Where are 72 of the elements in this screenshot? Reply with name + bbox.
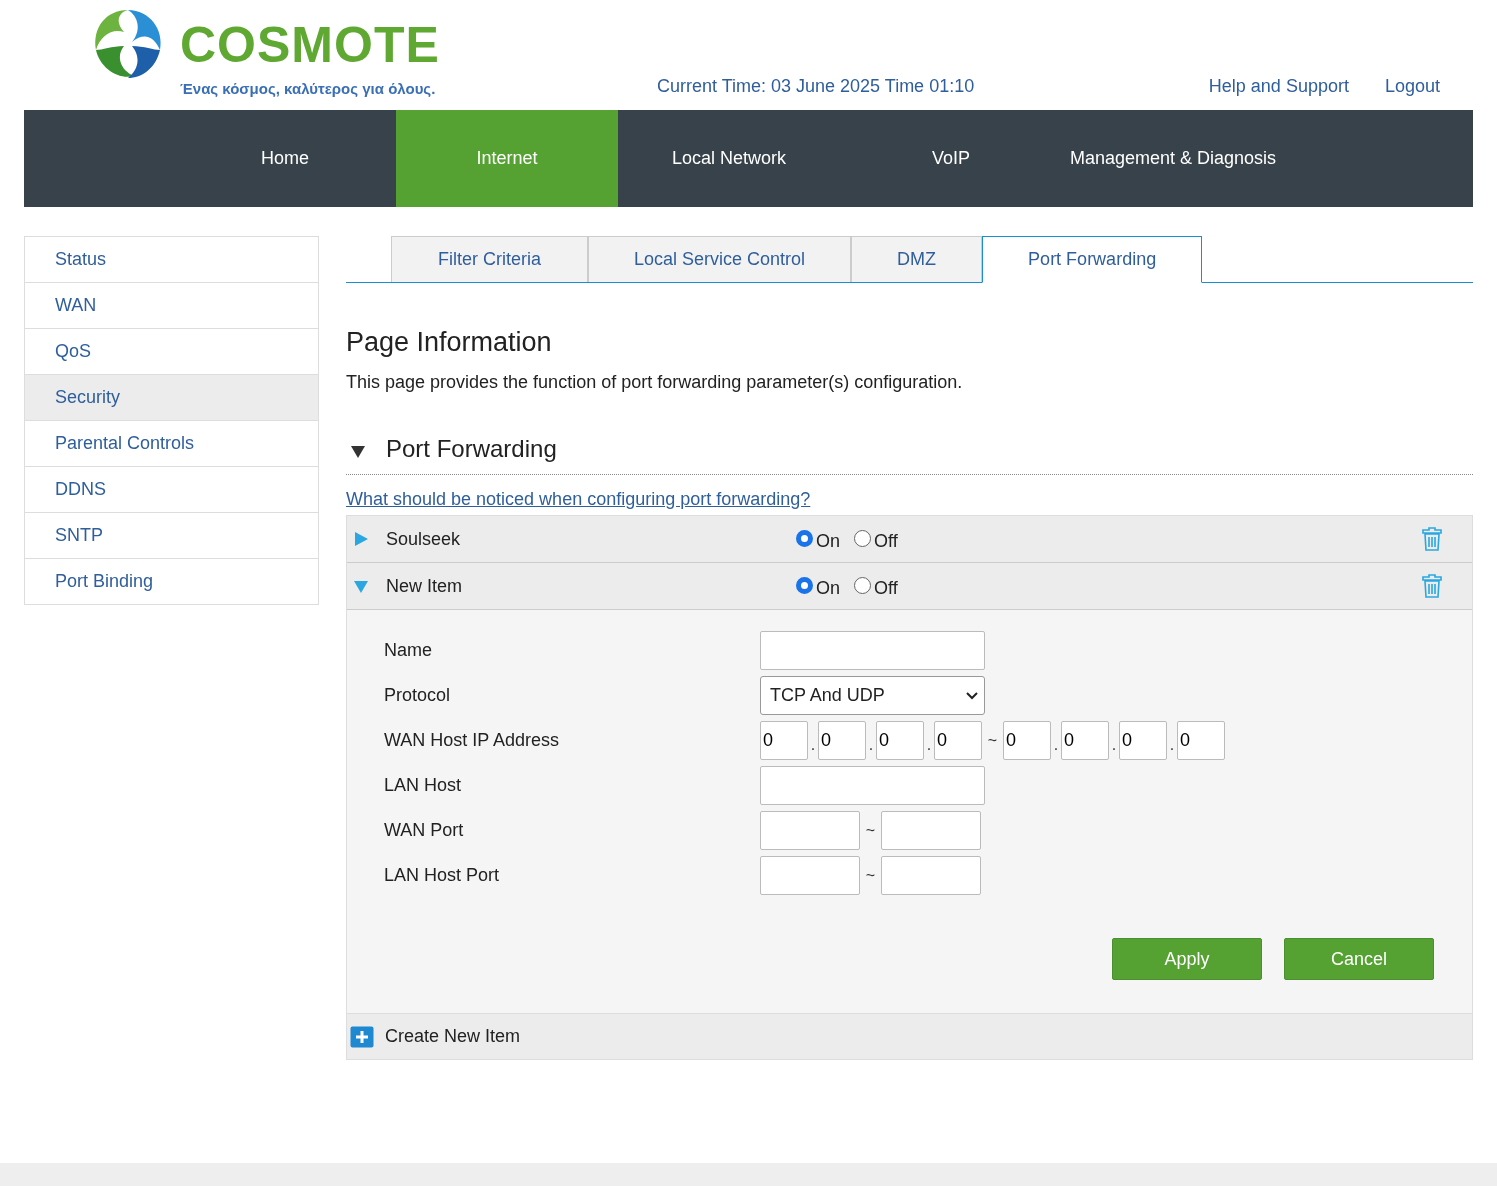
tab[interactable]: Local Service Control	[588, 236, 852, 282]
header-link[interactable]: Logout	[1384, 76, 1440, 97]
protocol-dropdown[interactable]: TCP And UDP	[760, 676, 985, 715]
field-label: LAN Host	[384, 775, 463, 796]
radio-label: On	[816, 577, 840, 599]
tab[interactable]: Port Forwarding	[982, 236, 1203, 283]
field-label: WAN Port	[384, 820, 465, 841]
page-description: This page provides the function of port forwarding parameter(s) configuration.	[346, 372, 964, 393]
range-separator: ~	[864, 866, 877, 885]
ip-dot: .	[925, 736, 933, 754]
port-field[interactable]	[881, 856, 981, 895]
sidebar-item[interactable]: SNTP	[25, 513, 318, 559]
range-separator: ~	[986, 731, 999, 750]
tagline: Ένας κόσμος, καλύτερος για όλους.	[180, 80, 437, 97]
radio-button[interactable]	[854, 529, 871, 547]
brand-logo-text: COSMOTE	[180, 16, 440, 75]
nav-tab[interactable]: VoIP	[840, 110, 1062, 207]
ip-octet-field[interactable]: 0	[1003, 721, 1051, 760]
chevron-down-icon	[966, 691, 978, 700]
expand-triangle-icon[interactable]	[354, 579, 368, 593]
rule-name: Soulseek	[386, 528, 462, 550]
trash-icon[interactable]	[1422, 574, 1442, 598]
ip-octet-field[interactable]: 0	[760, 721, 808, 760]
sidebar-item[interactable]: Parental Controls	[25, 421, 318, 467]
ip-octet-field[interactable]: 0	[818, 721, 866, 760]
text-field[interactable]	[760, 766, 985, 805]
help-link[interactable]: What should be noticed when configuring port forwarding?	[346, 489, 811, 510]
ip-octet-field[interactable]: 0	[876, 721, 924, 760]
ip-octet-field[interactable]: 0	[1061, 721, 1109, 760]
ip-dot: .	[867, 736, 875, 754]
port-field[interactable]	[760, 811, 860, 850]
ip-octet-field[interactable]: 0	[1177, 721, 1225, 760]
range-separator: ~	[864, 821, 877, 840]
ip-dot: .	[1168, 736, 1176, 754]
trash-icon[interactable]	[1422, 527, 1442, 551]
radio-label: Off	[874, 530, 898, 552]
field-label: LAN Host Port	[384, 865, 501, 886]
text-field[interactable]	[760, 631, 985, 670]
port-field[interactable]	[881, 811, 981, 850]
section-title: Port Forwarding	[386, 435, 557, 463]
rule-name: New Item	[386, 575, 464, 597]
expand-triangle-icon[interactable]	[354, 532, 368, 546]
radio-button[interactable]	[796, 576, 813, 594]
field-label: Name	[384, 640, 433, 661]
sidebar-item[interactable]: Status	[25, 237, 318, 283]
radio-label: On	[816, 530, 840, 552]
page-title: Page Information	[346, 327, 553, 358]
field-label: Protocol	[384, 685, 452, 706]
create-new-item-link[interactable]: Create New Item	[385, 1026, 521, 1047]
nav-tab[interactable]: Management & Diagnosis	[1062, 110, 1284, 207]
ip-dot: .	[1052, 736, 1060, 754]
ip-octet-field[interactable]: 0	[934, 721, 982, 760]
ip-dot: .	[1110, 736, 1118, 754]
header-link[interactable]: Help and Support	[1208, 76, 1349, 97]
ip-dot: .	[809, 736, 817, 754]
sidebar-item[interactable]: Security	[25, 375, 318, 421]
ip-octet-field[interactable]: 0	[1119, 721, 1167, 760]
sidebar-item[interactable]: DDNS	[25, 467, 318, 513]
collapse-triangle-icon[interactable]	[350, 445, 366, 459]
plus-icon[interactable]	[350, 1025, 374, 1048]
port-field[interactable]	[760, 856, 860, 895]
sidebar-item[interactable]: Port Binding	[25, 559, 318, 604]
field-label: WAN Host IP Address	[384, 730, 561, 751]
sidebar-item[interactable]: WAN	[25, 283, 318, 329]
nav-tab[interactable]: Local Network	[618, 110, 840, 207]
nav-tab[interactable]: Home	[174, 110, 396, 207]
tab[interactable]: Filter Criteria	[391, 236, 588, 282]
current-time: Current Time: 03 June 2025 Time 01:10	[657, 76, 975, 97]
radio-button[interactable]	[796, 529, 813, 547]
radio-button[interactable]	[854, 576, 871, 594]
tab[interactable]: DMZ	[851, 236, 983, 282]
radio-label: Off	[874, 577, 898, 599]
